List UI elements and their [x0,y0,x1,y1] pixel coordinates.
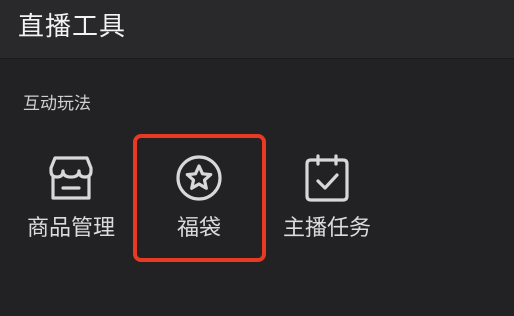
section-title: 互动玩法 [23,94,91,114]
tool-label-product-management: 商品管理 [26,216,115,241]
live-tools-panel: 直播工具 互动玩法 商品管理 福袋 主播任务 [0,0,514,316]
panel-title: 直播工具 [18,12,127,42]
panel-header: 直播工具 [0,0,514,59]
tool-lucky-bag[interactable]: 福袋 [136,138,262,256]
tool-label-host-tasks: 主播任务 [282,216,371,241]
tool-label-lucky-bag: 福袋 [176,216,221,241]
calendar-check-icon [305,154,349,202]
store-icon [49,156,93,200]
tool-product-management[interactable]: 商品管理 [8,138,134,256]
star-badge-icon [176,155,222,201]
tool-host-tasks[interactable]: 主播任务 [264,138,390,256]
